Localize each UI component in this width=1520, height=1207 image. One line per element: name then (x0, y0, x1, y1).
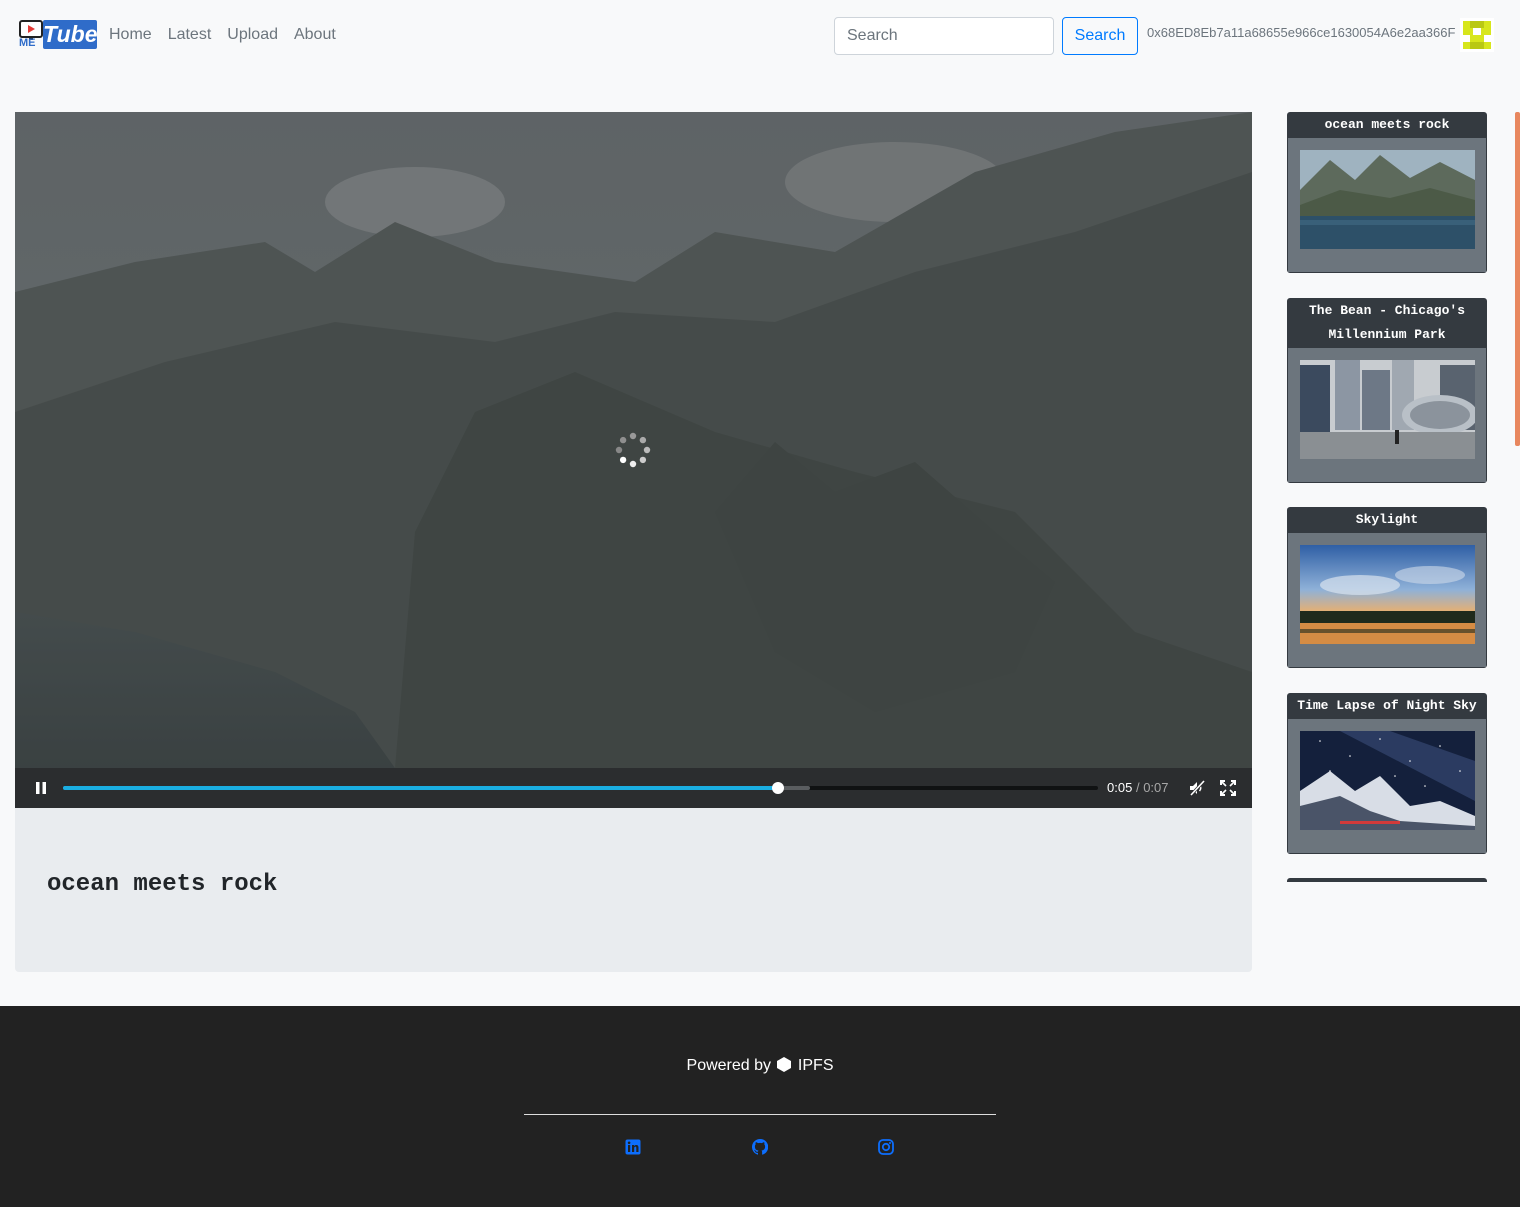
related-card-title: ocean meets rock (1288, 113, 1486, 137)
scrollbar-thumb[interactable] (1515, 112, 1520, 446)
related-card[interactable]: Time Lapse of Night Sky (1287, 693, 1487, 854)
related-card-body (1288, 533, 1486, 667)
volume-muted-icon[interactable] (1189, 780, 1205, 796)
video-player[interactable]: 0:05 / 0:07 (15, 112, 1252, 808)
video-title: ocean meets rock (47, 871, 278, 898)
related-videos: ocean meets rock The Bean - Chicago's Mi… (1287, 112, 1487, 882)
navbar: ME Tube Home Latest Upload About Search … (0, 0, 1520, 71)
related-card[interactable] (1287, 878, 1487, 882)
video-info: ocean meets rock (15, 808, 1252, 972)
instagram-icon[interactable] (878, 1139, 894, 1155)
related-card[interactable]: Skylight (1287, 507, 1487, 668)
related-card-title: Skylight (1288, 508, 1486, 532)
logo-me-text: ME (19, 37, 36, 49)
related-card[interactable]: The Bean - Chicago's Millennium Park (1287, 298, 1487, 483)
footer-divider (524, 1114, 996, 1115)
avatar[interactable] (1460, 18, 1494, 52)
ipfs-link[interactable]: IPFS (798, 1057, 834, 1074)
progress-bar[interactable] (63, 782, 1098, 794)
related-card-body (1288, 719, 1486, 853)
related-thumbnail[interactable] (1300, 150, 1475, 249)
powered-by: Powered by IPFS (0, 1057, 1520, 1075)
fullscreen-icon[interactable] (1220, 780, 1236, 796)
ipfs-icon (777, 1057, 792, 1072)
nav-upload[interactable]: Upload (219, 24, 286, 46)
linkedin-icon[interactable] (625, 1139, 641, 1155)
related-thumbnail[interactable] (1300, 731, 1475, 830)
nav-latest[interactable]: Latest (160, 24, 220, 46)
player-controls: 0:05 / 0:07 (15, 768, 1252, 808)
related-card-title: Time Lapse of Night Sky (1288, 694, 1486, 718)
logo-tube-text: Tube (43, 20, 98, 49)
search-button[interactable]: Search (1062, 17, 1138, 55)
nav-about[interactable]: About (286, 24, 344, 46)
related-card[interactable]: ocean meets rock (1287, 112, 1487, 273)
related-card-body (1288, 138, 1486, 272)
account-address: 0x68ED8Eb7a11a68655e966ce1630054A6e2aa36… (1147, 25, 1456, 40)
time-display: 0:05 / 0:07 (1107, 780, 1169, 796)
progress-handle[interactable] (772, 782, 785, 794)
current-time: 0:05 (1107, 780, 1133, 795)
progress-fill (63, 786, 779, 790)
search-input[interactable] (834, 17, 1054, 55)
nav-home[interactable]: Home (101, 24, 160, 46)
related-thumbnail[interactable] (1300, 545, 1475, 644)
pause-icon[interactable] (33, 780, 49, 796)
loading-spinner-icon (615, 432, 651, 468)
metube-logo[interactable]: ME Tube (18, 19, 98, 51)
powered-by-text: Powered by (686, 1057, 772, 1074)
time-separator: / (1135, 780, 1140, 795)
nav-links: Home Latest Upload About (101, 24, 344, 46)
github-icon[interactable] (752, 1139, 768, 1155)
duration: 0:07 (1143, 780, 1169, 795)
related-thumbnail[interactable] (1300, 360, 1475, 459)
related-card-body (1288, 348, 1486, 482)
footer: Powered by IPFS (0, 1006, 1520, 1207)
related-card-title: The Bean - Chicago's Millennium Park (1288, 299, 1486, 347)
